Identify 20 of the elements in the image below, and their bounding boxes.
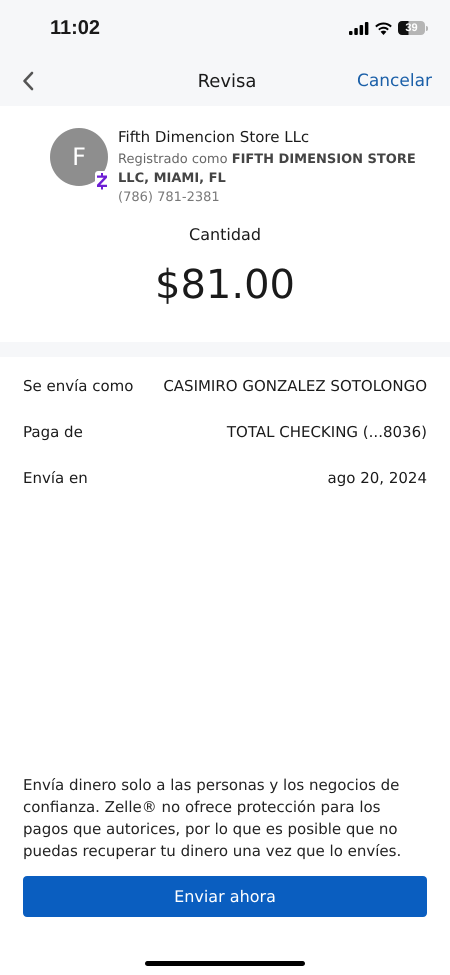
cancel-link[interactable]: Cancelar: [357, 71, 432, 91]
wifi-icon: [375, 22, 392, 34]
amount-value: $81.00: [155, 262, 295, 308]
registered-name: Registrado como FIFTH DIMENSION STORE LLC, MIAMI, FL: [118, 151, 417, 188]
detail-label: Se envía como: [23, 377, 134, 395]
amount-label: Cantidad: [189, 225, 261, 244]
detail-value: TOTAL CHECKING (...8036): [226, 423, 427, 441]
detail-label: Envía en: [23, 469, 88, 487]
recipient-name: Fifth Dimencion Store LLc: [118, 128, 310, 146]
clock-time: 11:02: [50, 16, 100, 40]
send-now-button[interactable]: Enviar ahora: [23, 876, 427, 917]
avatar: F: [50, 128, 108, 186]
detail-label: Paga de: [23, 423, 83, 441]
disclaimer-text: Envía dinero solo a las personas y los negocios de confianza. Zelle® no ofrece protección para los pagos que autorices, por lo que es posible que no puedas recuperar tu dinero una vez que lo envíes.: [23, 775, 402, 862]
signal-icon: [349, 22, 369, 34]
back-icon[interactable]: [22, 71, 34, 91]
detail-value: ago 20, 2024: [328, 469, 427, 487]
screen-title: Revisa: [198, 70, 256, 92]
phone-number: (786) 781-2381: [118, 190, 221, 205]
detail-value: CASIMIRO GONZALEZ SOTOLONGO: [163, 377, 427, 395]
